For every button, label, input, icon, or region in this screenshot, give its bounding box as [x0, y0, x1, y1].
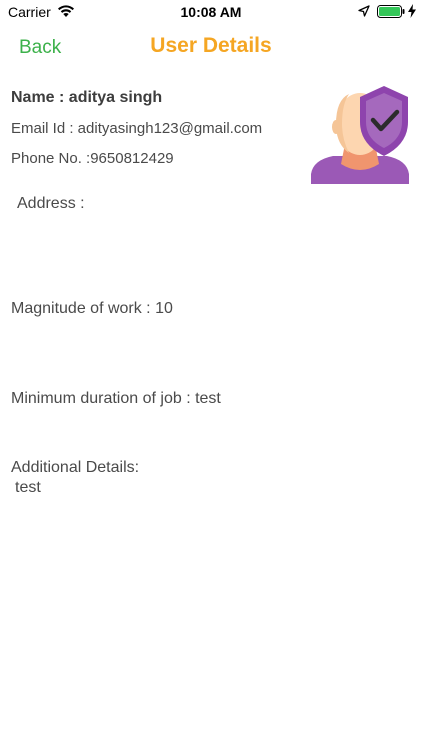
user-shield-avatar-icon	[311, 86, 409, 184]
minimum-duration: Minimum duration of job : test	[11, 390, 221, 407]
status-bar: Carrier 10:08 AM	[0, 0, 422, 24]
additional-details-value: test	[15, 479, 41, 496]
user-email: Email Id : adityasingh123@gmail.com	[11, 120, 263, 137]
magnitude-of-work: Magnitude of work : 10	[11, 300, 173, 317]
location-arrow-icon	[358, 5, 370, 17]
additional-details-label: Additional Details:	[11, 459, 140, 476]
charging-bolt-icon	[408, 4, 416, 18]
address-label: Address :	[17, 195, 85, 212]
user-phone: Phone No. :9650812429	[11, 150, 174, 167]
page-title: User Details	[150, 34, 272, 57]
user-name: Name : aditya singh	[11, 89, 163, 106]
battery-icon	[377, 5, 405, 18]
